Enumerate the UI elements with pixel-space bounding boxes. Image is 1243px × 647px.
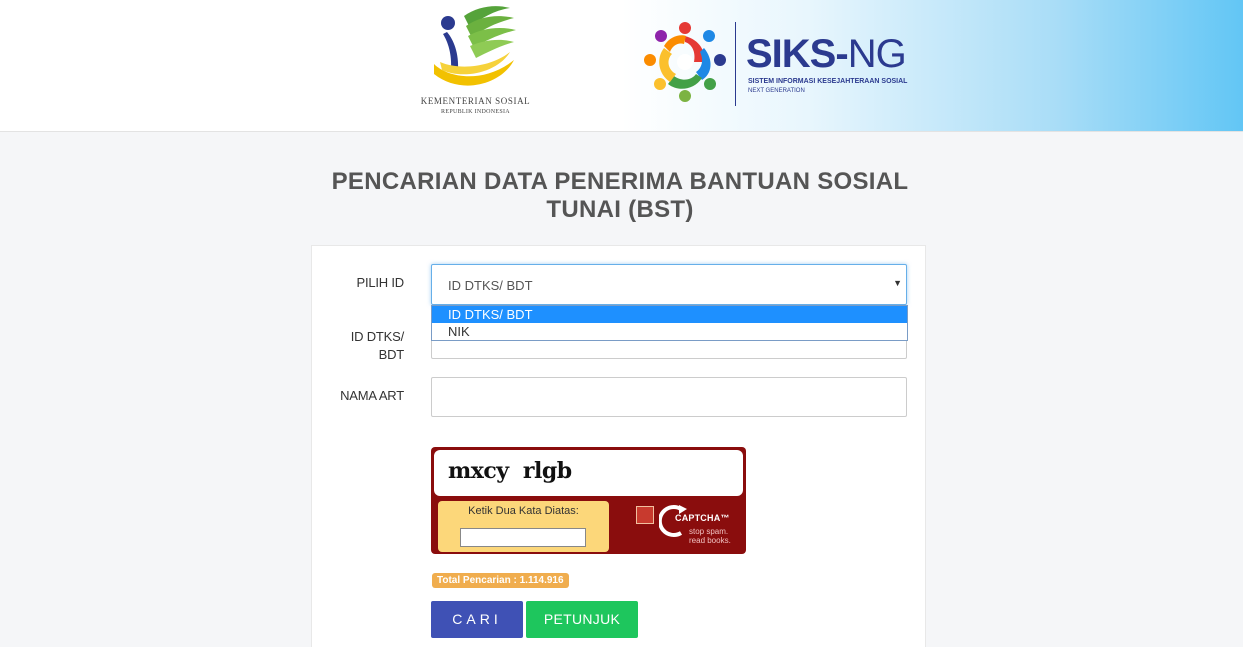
- id-type-dropdown-list: ID DTKS/ BDT NIK: [431, 305, 908, 341]
- kemensos-country: REPUBLIK INDONESIA: [441, 109, 510, 115]
- captcha-answer-input[interactable]: [460, 528, 586, 547]
- site-header: KEMENTERIAN SOSIAL REPUBLIK INDONESIA SI…: [0, 0, 1243, 132]
- siks-brand-part: SIKS-: [746, 32, 849, 76]
- dropdown-option-id-dtks[interactable]: ID DTKS/ BDT: [432, 306, 907, 323]
- siks-ng-logo: SIKS-NG SISTEM INFORMASI KESEJAHTERAAN S…: [640, 18, 920, 110]
- siks-people-circle-icon: [644, 22, 726, 102]
- captcha-input-box: Ketik Dua Kata Diatas:: [438, 501, 609, 552]
- id-type-selected-value: ID DTKS/ BDT: [448, 278, 533, 293]
- captcha-tagline-line2: read books.: [689, 536, 731, 545]
- captcha-tagline-line1: stop spam.: [689, 527, 729, 536]
- id-type-select[interactable]: ID DTKS/ BDT ▼: [431, 264, 907, 305]
- page-title: PENCARIAN DATA PENERIMA BANTUAN SOSIAL T…: [331, 168, 909, 223]
- siks-brand-ng: NG: [847, 32, 907, 76]
- nama-art-input[interactable]: [431, 377, 907, 417]
- id-dtks-label: ID DTKS/ BDT: [350, 329, 404, 362]
- captcha-words: mxcy rlgb: [448, 458, 572, 484]
- kemensos-emblem-icon: [434, 6, 516, 86]
- siks-brand-name: SIKS-NG: [746, 32, 907, 76]
- cari-button[interactable]: CARI: [431, 601, 523, 638]
- refresh-icon[interactable]: [636, 506, 654, 524]
- siks-divider: [735, 22, 736, 106]
- kemensos-logo: KEMENTERIAN SOSIAL REPUBLIK INDONESIA: [418, 4, 533, 120]
- total-search-badge: Total Pencarian : 1.114.916: [432, 573, 569, 588]
- pilih-id-label: PILIH ID: [356, 275, 404, 290]
- captcha-prompt: Ketik Dua Kata Diatas:: [468, 505, 579, 517]
- captcha-image: mxcy rlgb: [434, 450, 743, 496]
- captcha-widget: mxcy rlgb Ketik Dua Kata Diatas: CAPTCHA…: [431, 447, 746, 554]
- nama-art-label: NAMA ART: [340, 388, 404, 403]
- chevron-down-icon: ▼: [893, 278, 902, 288]
- captcha-brand: CAPTCHA™: [675, 513, 730, 523]
- petunjuk-button[interactable]: PETUNJUK: [526, 601, 638, 638]
- captcha-tagline: stop spam. read books.: [689, 527, 731, 545]
- siks-tagline: SISTEM INFORMASI KESEJAHTERAAN SOSIAL: [748, 78, 908, 85]
- dropdown-option-nik[interactable]: NIK: [432, 323, 907, 340]
- kemensos-name: KEMENTERIAN SOSIAL: [420, 96, 531, 106]
- siks-subtagline: NEXT GENERATION: [748, 88, 805, 94]
